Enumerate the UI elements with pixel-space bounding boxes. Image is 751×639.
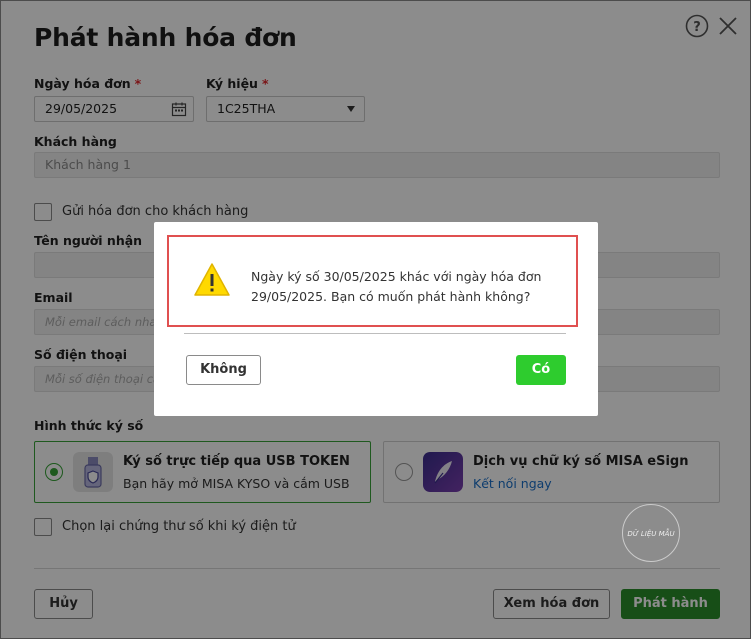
alert-message-box: Ngày ký số 30/05/2025 khác với ngày hóa … <box>167 235 578 327</box>
no-button[interactable]: Không <box>186 355 261 385</box>
confirm-modal: Ngày ký số 30/05/2025 khác với ngày hóa … <box>154 222 598 416</box>
alert-message: Ngày ký số 30/05/2025 khác với ngày hóa … <box>251 267 561 307</box>
alert-message-line1: Ngày ký số 30/05/2025 khác với ngày hóa … <box>251 269 542 284</box>
yes-button[interactable]: Có <box>516 355 566 385</box>
modal-divider <box>184 333 566 334</box>
sample-data-watermark: DỮ LIỆU MẪU <box>622 504 680 562</box>
alert-message-line2: 29/05/2025. Bạn có muốn phát hành không? <box>251 289 531 304</box>
warning-icon <box>194 263 230 296</box>
